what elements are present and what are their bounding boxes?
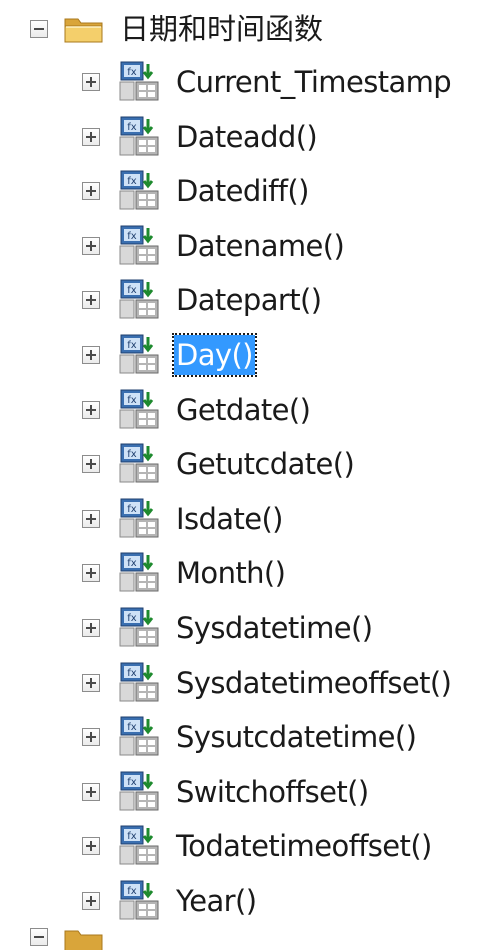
svg-text:fx: fx [127, 176, 137, 187]
scalar-function-icon: fx [100, 879, 162, 923]
svg-text:fx: fx [127, 504, 137, 515]
function-label: Getutcdate() [176, 447, 355, 482]
scalar-function-icon: fx [100, 824, 162, 868]
function-label: Current_Timestamp [176, 65, 452, 99]
tree-node-function[interactable]: fx Switchoffset() [82, 765, 371, 819]
scalar-function-icon: fx [100, 442, 162, 486]
folder-icon [64, 930, 103, 950]
function-label: Sysutcdatetime() [176, 720, 417, 755]
function-label: Switchoffset() [176, 774, 369, 809]
expand-toggle[interactable] [82, 182, 100, 201]
scalar-function-icon: fx [100, 388, 162, 432]
tree-node-function[interactable]: fx Todatetimeoffset() [82, 819, 434, 873]
folder-icon [64, 18, 103, 43]
scalar-function-icon: fx [100, 551, 162, 595]
collapse-toggle[interactable] [30, 928, 48, 946]
expand-toggle[interactable] [82, 619, 100, 637]
scalar-function-icon: fx [100, 497, 162, 541]
expand-toggle[interactable] [82, 400, 100, 419]
svg-text:fx: fx [127, 886, 137, 897]
expand-toggle[interactable] [82, 673, 100, 692]
expand-toggle[interactable] [82, 728, 100, 747]
expand-toggle[interactable] [82, 236, 100, 255]
svg-text:fx: fx [127, 558, 137, 569]
expand-toggle[interactable] [82, 291, 100, 310]
svg-text:fx: fx [127, 231, 137, 242]
function-label: Todatetimeoffset() [176, 829, 432, 864]
scalar-function-icon: fx [100, 770, 162, 814]
expand-toggle[interactable] [82, 564, 100, 583]
tree-node-function[interactable]: fx Isdate() [82, 492, 285, 546]
scalar-function-icon: fx [100, 169, 162, 213]
object-explorer-tree: 日期和时间函数 fx Current_Timestamp fx Dateadd() fx… [0, 0, 500, 950]
tree-node-function[interactable]: fx Sysdatetimeoffset() [82, 656, 453, 710]
expand-toggle[interactable] [82, 346, 100, 364]
function-label: Dateadd() [176, 119, 318, 154]
svg-text:fx: fx [127, 668, 137, 679]
scalar-function-icon: fx [100, 224, 162, 268]
tree-node-function[interactable]: fx Datediff() [82, 164, 311, 218]
expand-toggle[interactable] [82, 127, 100, 146]
tree-node-function[interactable]: fx Current_Timestamp [82, 55, 453, 109]
svg-text:fx: fx [127, 67, 137, 78]
function-label: Datediff() [176, 174, 309, 209]
tree-node-function[interactable]: fx Month() [82, 546, 287, 600]
expand-toggle[interactable] [82, 73, 100, 91]
expand-toggle[interactable] [82, 455, 100, 474]
scalar-function-icon: fx [100, 60, 162, 104]
tree-node-folder[interactable]: 日期和时间函数 [30, 2, 325, 56]
scalar-function-icon: fx [100, 278, 162, 322]
expand-toggle[interactable] [82, 892, 100, 910]
tree-node-function[interactable]: fx Getdate() [82, 383, 312, 437]
svg-text:fx: fx [127, 340, 137, 351]
scalar-function-icon: fx [100, 115, 162, 159]
scalar-function-icon: fx [100, 715, 162, 759]
svg-text:fx: fx [127, 449, 137, 460]
function-label: Sysdatetime() [176, 611, 373, 645]
expand-toggle[interactable] [82, 837, 100, 856]
function-label: Getdate() [176, 392, 311, 427]
function-label: Month() [176, 556, 286, 591]
svg-text:fx: fx [127, 722, 137, 733]
function-label: Sysdatetimeoffset() [176, 665, 452, 700]
svg-text:fx: fx [127, 285, 137, 296]
svg-text:fx: fx [127, 831, 137, 842]
folder-label: 日期和时间函数 [120, 12, 324, 46]
tree-node-function[interactable]: fx Day() [82, 328, 257, 382]
expand-toggle[interactable] [82, 782, 100, 801]
svg-text:fx: fx [127, 122, 137, 133]
tree-node-function[interactable]: fx Sysutcdatetime() [82, 710, 418, 764]
function-label-selected: Day() [172, 333, 257, 377]
tree-node-function[interactable]: fx Dateadd() [82, 110, 319, 164]
svg-text:fx: fx [127, 777, 137, 788]
tree-node-function[interactable]: fx Sysdatetime() [82, 601, 374, 655]
tree-node-function[interactable]: fx Getutcdate() [82, 437, 356, 491]
expand-toggle[interactable] [82, 509, 100, 528]
tree-node-next-partial[interactable] [30, 920, 230, 950]
svg-text:fx: fx [127, 613, 137, 624]
scalar-function-icon: fx [100, 606, 162, 650]
function-label: Datepart() [176, 283, 322, 318]
scalar-function-icon: fx [100, 333, 162, 377]
tree-node-function[interactable]: fx Datename() [82, 219, 346, 273]
svg-text:fx: fx [127, 395, 137, 406]
tree-node-function[interactable]: fx Datepart() [82, 273, 323, 327]
function-label: Year() [176, 884, 257, 918]
collapse-toggle[interactable] [30, 20, 48, 38]
function-label: Datename() [176, 228, 345, 263]
scalar-function-icon: fx [100, 661, 162, 705]
function-label: Isdate() [176, 501, 283, 536]
